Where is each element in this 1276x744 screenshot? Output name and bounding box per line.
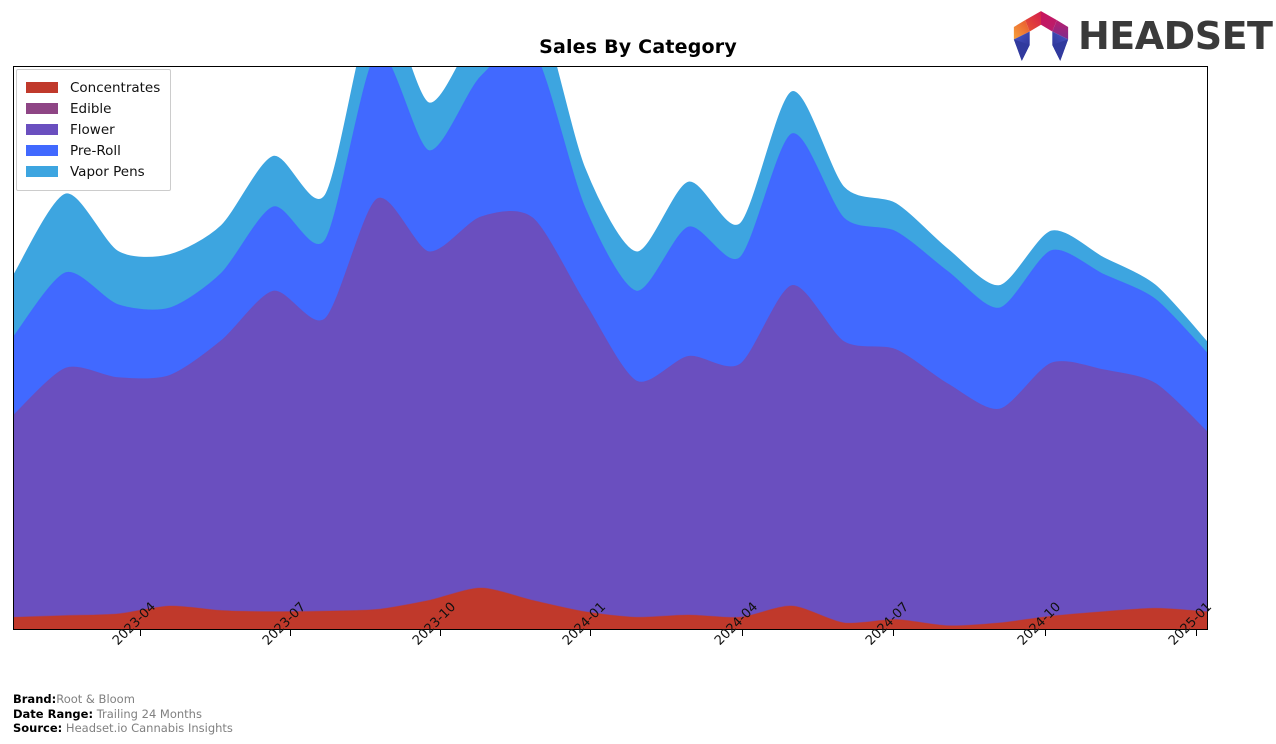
legend-swatch-edible bbox=[26, 103, 58, 114]
legend-swatch-flower bbox=[26, 124, 58, 135]
footer-key-date-range: Date Range: bbox=[13, 706, 94, 721]
brand-logo: HEADSET bbox=[1012, 8, 1273, 64]
footer-key-source: Source: bbox=[13, 721, 63, 736]
x-tick-mark bbox=[1045, 630, 1046, 636]
legend-label-pre-roll: Pre-Roll bbox=[70, 142, 121, 159]
chart-footer: Brand:Root & Bloom Date Range: Trailing … bbox=[13, 692, 233, 736]
x-tick-mark bbox=[1196, 630, 1197, 636]
legend-label-flower: Flower bbox=[70, 121, 115, 138]
x-tick-mark bbox=[590, 630, 591, 636]
legend-item-vapor-pens[interactable]: Vapor Pens bbox=[26, 161, 160, 182]
chart-legend: Concentrates Edible Flower Pre-Roll Vapo… bbox=[16, 69, 172, 191]
legend-label-concentrates: Concentrates bbox=[70, 79, 161, 96]
x-tick-mark bbox=[140, 630, 141, 636]
footer-row-date-range: Date Range: Trailing 24 Months bbox=[13, 707, 233, 722]
x-tick-mark bbox=[290, 630, 291, 636]
legend-label-edible: Edible bbox=[70, 100, 112, 117]
footer-value-date-range: Trailing 24 Months bbox=[93, 706, 202, 721]
x-tick-mark bbox=[440, 630, 441, 636]
plot-area bbox=[13, 66, 1208, 630]
stacked-area-chart bbox=[14, 67, 1207, 629]
legend-swatch-pre-roll bbox=[26, 145, 58, 156]
chart-root: Sales By Category HEADSET Concentrates E… bbox=[0, 0, 1276, 744]
footer-row-source: Source: Headset.io Cannabis Insights bbox=[13, 721, 233, 736]
legend-item-pre-roll[interactable]: Pre-Roll bbox=[26, 140, 160, 161]
legend-label-vapor-pens: Vapor Pens bbox=[70, 163, 145, 180]
footer-value-brand: Root & Bloom bbox=[56, 692, 135, 707]
footer-value-source: Headset.io Cannabis Insights bbox=[62, 721, 233, 736]
legend-swatch-concentrates bbox=[26, 82, 58, 93]
x-axis: 2023-04 2023-07 2023-10 2024-01 2024-04 2024-… bbox=[0, 600, 1276, 700]
headset-arc-logo-icon bbox=[1013, 11, 1069, 61]
brand-wordmark: HEADSET bbox=[1078, 14, 1273, 58]
footer-row-brand: Brand:Root & Bloom bbox=[13, 692, 233, 707]
footer-key-brand: Brand: bbox=[13, 692, 57, 707]
x-tick-mark bbox=[742, 630, 743, 636]
x-tick-mark bbox=[893, 630, 894, 636]
legend-item-edible[interactable]: Edible bbox=[26, 98, 160, 119]
legend-item-flower[interactable]: Flower bbox=[26, 119, 160, 140]
legend-swatch-vapor-pens bbox=[26, 166, 58, 177]
legend-item-concentrates[interactable]: Concentrates bbox=[26, 77, 160, 98]
